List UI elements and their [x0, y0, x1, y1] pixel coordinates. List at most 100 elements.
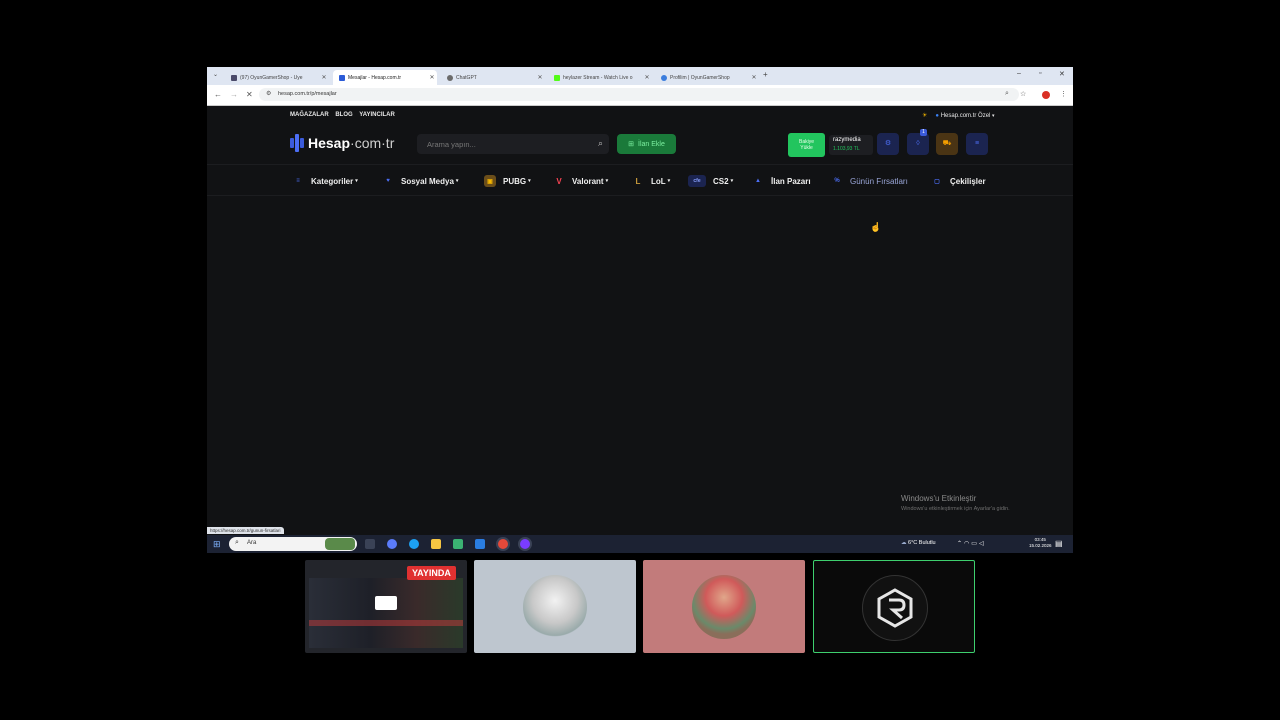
notifications-button[interactable]: ◊	[907, 133, 929, 155]
window-close-icon[interactable]: ✕	[1059, 70, 1065, 78]
site-search[interactable]: Arama yapın... ⌕	[417, 134, 609, 154]
search-icon[interactable]: ⌕	[598, 138, 603, 149]
nav-label: İlan Pazarı	[771, 176, 811, 186]
browser-tab[interactable]: Profilim | OyunGamerShop ✕	[655, 70, 759, 85]
link-magazalar[interactable]: MAĞAZALAR	[290, 112, 329, 118]
nav-sosyal-medya[interactable]: ♥ Sosyal Medya ▾	[382, 175, 458, 187]
browser-tab[interactable]: (97) OyunGamerShop - Üye ✕	[225, 70, 329, 85]
close-icon[interactable]: ✕	[427, 74, 437, 81]
tab-favicon-icon	[339, 74, 345, 81]
url-text[interactable]: hesap.com.tr/p/mesajlar	[278, 91, 337, 97]
link-yayincilar[interactable]: YAYINCILAR	[359, 112, 395, 118]
stream-preview	[309, 578, 463, 648]
menu-button[interactable]: ≡	[966, 133, 988, 155]
close-icon[interactable]: ✕	[535, 74, 545, 81]
cs2-icon: cfe	[688, 175, 706, 187]
windows-start-icon[interactable]: ⊞	[213, 539, 221, 550]
forward-icon[interactable]: →	[230, 90, 238, 99]
system-tray[interactable]: ⌃◠▭◁	[957, 540, 986, 547]
pubg-icon: ▣	[484, 175, 496, 187]
gift-icon: ▢	[934, 178, 940, 185]
chevron-down-icon: ▾	[992, 113, 995, 119]
new-tab-button[interactable]: +	[763, 70, 768, 79]
nav-pubg[interactable]: ▣ PUBG ▾	[484, 175, 531, 187]
nav-label: Valorant	[572, 176, 604, 186]
settings-button[interactable]: ⚙	[877, 133, 899, 155]
edge-icon[interactable]	[409, 539, 419, 549]
link-blog[interactable]: BLOG	[335, 112, 352, 118]
tab-search-icon[interactable]: ⌄	[213, 71, 218, 78]
percent-icon: %	[834, 178, 840, 184]
mail-icon[interactable]	[475, 539, 485, 549]
cart-button[interactable]: ⛟	[936, 133, 958, 155]
load-balance-button[interactable]: Bakiye Yükle	[788, 133, 825, 157]
store-icon[interactable]	[453, 539, 463, 549]
minimize-icon[interactable]: –	[1017, 70, 1021, 77]
network-icon: ▭	[971, 541, 979, 547]
volume-icon: ◁	[978, 541, 986, 547]
menu-dots-icon[interactable]: ⋮	[1060, 90, 1067, 98]
nav-kategoriler[interactable]: ≡ Kategoriler ▾	[292, 175, 358, 187]
username: razymedia	[833, 137, 861, 143]
user-account[interactable]: razymedia 1.103,93 TL	[829, 135, 873, 155]
category-nav: ≡ Kategoriler ▾ ♥ Sosyal Medya ▾ ▣ PUBG ▾ V Val…	[207, 164, 1073, 196]
search-placeholder: Arama yapın...	[427, 140, 476, 149]
zoom-icon[interactable]: ⌕	[1005, 90, 1009, 98]
logo-mark-icon	[290, 134, 304, 152]
load-balance-line2: Yükle	[800, 145, 813, 151]
bell-icon: ◊	[916, 140, 920, 147]
special-offer-link[interactable]: ☀ ● Hesap.com.tr Özel ▾	[922, 112, 995, 119]
nav-label: PUBG	[503, 176, 527, 186]
browser-tab[interactable]: ChatGPT ✕	[441, 70, 545, 85]
participant-tile-stream[interactable]: YAYINDA	[305, 560, 467, 653]
close-icon[interactable]: ✕	[319, 74, 329, 81]
stop-loading-icon[interactable]: ✕	[246, 90, 253, 99]
bookmark-star-icon[interactable]: ☆	[1020, 90, 1026, 98]
participant-tile-speaking[interactable]	[813, 560, 975, 653]
screen-share-icon	[375, 596, 397, 610]
status-url: https://hesap.com.tr/gunun-firsatlari	[207, 527, 284, 534]
nav-valorant[interactable]: V Valorant ▾	[553, 175, 608, 187]
valorant-icon: V	[556, 176, 562, 186]
sun-icon[interactable]: ☀	[922, 113, 927, 119]
file-explorer-icon[interactable]	[431, 539, 441, 549]
tab-title: Profilim | OyunGamerShop	[670, 74, 730, 81]
pointer-cursor-icon: ☝	[870, 222, 882, 232]
participant-tile[interactable]	[643, 560, 805, 653]
close-icon[interactable]: ✕	[749, 74, 759, 81]
copilot-icon[interactable]	[387, 539, 397, 549]
task-view-icon[interactable]	[365, 539, 375, 549]
back-icon[interactable]: ←	[214, 90, 222, 99]
search-icon: ⌕	[235, 539, 239, 546]
nav-ilan-pazari[interactable]: ▲ İlan Pazarı	[752, 175, 811, 187]
browser-tab-active[interactable]: Mesajlar - Hesap.com.tr ✕	[333, 70, 437, 85]
site-logo[interactable]: Hesap ·com·tr	[290, 134, 394, 152]
notification-center-icon[interactable]: ▤	[1055, 539, 1063, 548]
nav-label: CS2	[713, 176, 729, 186]
logo-domain: ·com·tr	[350, 135, 395, 151]
nav-cekilisler[interactable]: ▢ Çekilişler	[931, 175, 986, 187]
taskbar-clock[interactable]: 03:45 15.02.2026	[1029, 537, 1052, 549]
browser-tab[interactable]: heylazer Stream - Watch Live o ✕	[548, 70, 652, 85]
omnibox[interactable]	[259, 88, 1019, 101]
tab-title: (97) OyunGamerShop - Üye	[240, 74, 303, 81]
add-listing-button[interactable]: ⊞ İlan Ekle	[617, 134, 676, 154]
bag-icon: ▲	[755, 178, 761, 184]
chrome-icon[interactable]	[498, 539, 508, 549]
heart-icon: ♥	[386, 178, 390, 184]
nav-label: Çekilişler	[950, 176, 986, 186]
nav-gunun-firsatlari[interactable]: % Günün Fırsatları	[831, 175, 907, 187]
profile-avatar[interactable]	[1042, 91, 1050, 99]
close-icon[interactable]: ✕	[642, 74, 652, 81]
nav-lol[interactable]: L LoL ▾	[632, 175, 671, 187]
participant-tile[interactable]	[474, 560, 636, 653]
nav-cs2[interactable]: cfe CS2 ▾	[688, 175, 733, 187]
maximize-icon[interactable]: ▫	[1039, 70, 1041, 77]
plus-square-icon: ⊞	[628, 141, 634, 148]
chevron-down-icon: ▾	[667, 178, 671, 184]
tab-favicon-icon	[447, 74, 453, 81]
site-info-icon[interactable]: ⚙	[266, 90, 271, 97]
taskbar-weather[interactable]: ☁ 6°C Bulutlu	[901, 540, 936, 546]
app-icon[interactable]	[520, 539, 530, 549]
taskbar-search[interactable]: ⌕ Ara	[229, 537, 357, 551]
